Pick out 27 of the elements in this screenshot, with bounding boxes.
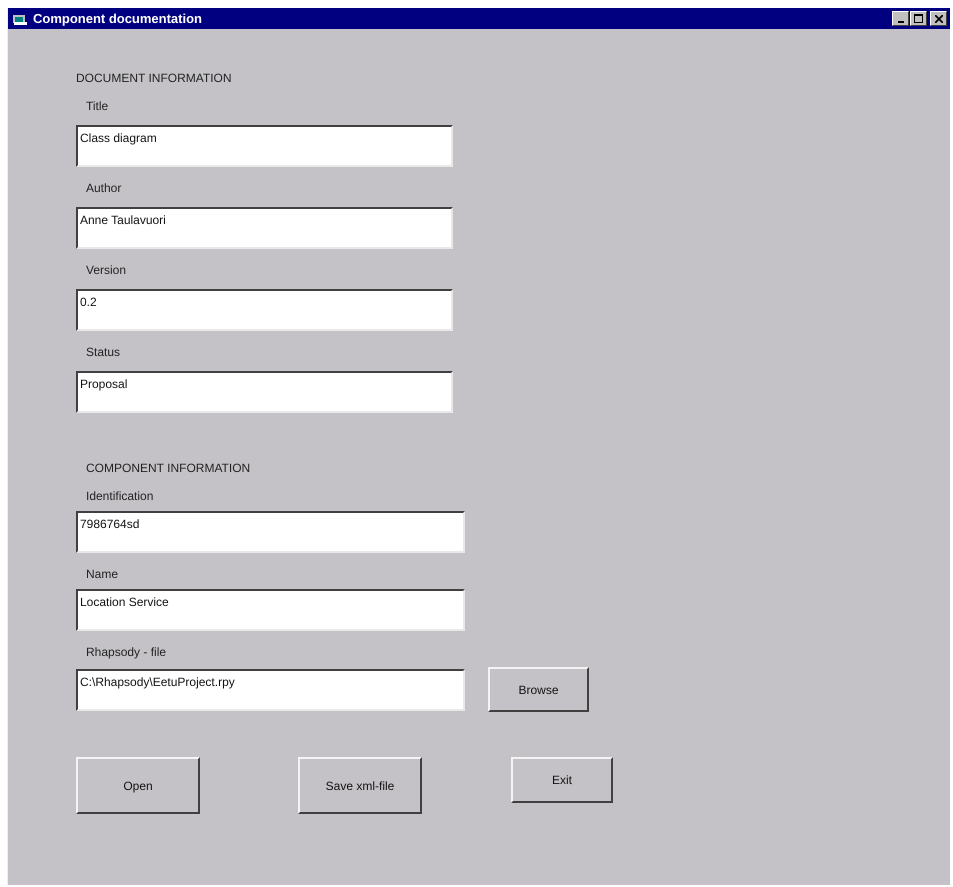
close-icon [934, 14, 942, 22]
text-field[interactable]: C:\Rhapsody\EetuProject.rpy [76, 668, 465, 710]
minimize-button[interactable] [892, 11, 909, 26]
section-heading: DOCUMENT INFORMATION [76, 71, 233, 85]
field-label: Name [86, 567, 120, 581]
field-label: Rhapsody - file [86, 645, 168, 659]
maximize-button[interactable] [910, 11, 927, 26]
text-field[interactable]: Location Service [76, 589, 465, 631]
field-label: Title [86, 99, 110, 113]
field-label: Status [86, 345, 122, 359]
text-field[interactable]: 7986764sd [76, 511, 465, 553]
text-field[interactable]: Class diagram [76, 125, 453, 167]
text-field[interactable]: Anne Taulavuori [76, 207, 453, 249]
field-label: Identification [86, 489, 154, 503]
text-field[interactable]: Proposal [76, 371, 453, 413]
action-button[interactable]: Open [76, 757, 200, 814]
browse-button[interactable]: Browse [488, 667, 589, 712]
window-title: Component documentation [33, 11, 203, 26]
field-label: Author [86, 181, 122, 195]
text-field[interactable]: 0.2 [76, 289, 453, 331]
section-heading: COMPONENT INFORMATION [86, 461, 252, 475]
maximize-icon [914, 14, 923, 23]
minimize-icon [898, 20, 904, 22]
action-button[interactable]: Save xml-file [298, 757, 422, 814]
close-button[interactable] [930, 11, 947, 26]
field-label: Version [86, 263, 128, 277]
action-button[interactable]: Exit [511, 757, 613, 803]
